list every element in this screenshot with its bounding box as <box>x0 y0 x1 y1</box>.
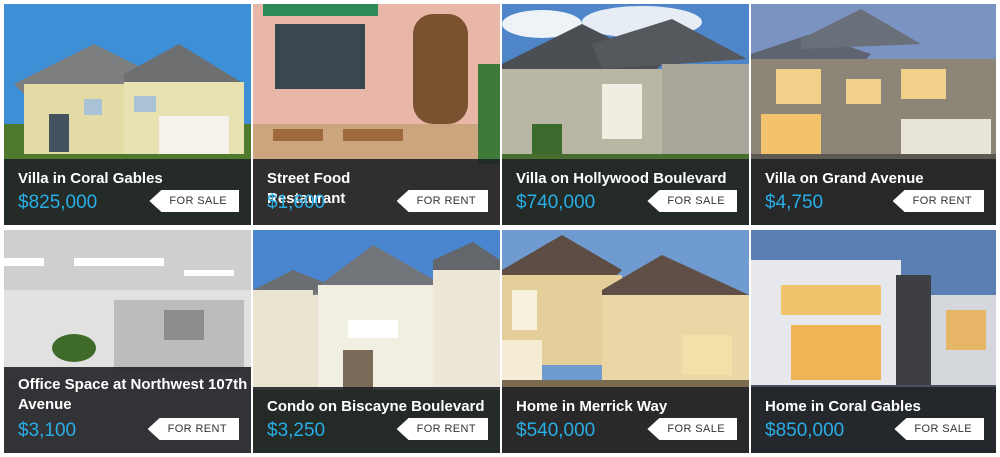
status-badge: FOR RENT <box>892 190 984 212</box>
listing-title[interactable]: Office Space at Northwest 107th Avenue <box>18 375 248 415</box>
status-badge: FOR SALE <box>647 190 737 212</box>
listing-card[interactable]: Villa on Grand Avenue $4,750 FOR RENT <box>751 4 996 225</box>
listing-price: $4,750 <box>765 192 824 213</box>
listing-card[interactable]: Villa on Hollywood Boulevard $740,000 FO… <box>502 4 749 225</box>
status-badge: FOR RENT <box>396 418 488 440</box>
listing-card[interactable]: Home in Coral Gables $850,000 FOR SALE <box>751 230 996 453</box>
listing-card[interactable]: Villa in Coral Gables $825,000 FOR SALE <box>4 4 251 225</box>
listing-info-panel: Home in Merrick Way $540,000 FOR SALE <box>502 387 749 453</box>
listing-info-panel: Condo on Biscayne Boulevard $3,250 FOR R… <box>253 387 500 453</box>
listing-info-panel: Street Food Restaurant $1,600 FOR RENT <box>253 159 500 225</box>
listing-title[interactable]: Condo on Biscayne Boulevard <box>267 397 492 417</box>
listing-info-panel: Home in Coral Gables $850,000 FOR SALE <box>751 387 996 453</box>
listing-card[interactable]: Condo on Biscayne Boulevard $3,250 FOR R… <box>253 230 500 453</box>
listing-info-panel: Villa on Hollywood Boulevard $740,000 FO… <box>502 159 749 225</box>
listing-price: $3,100 <box>18 420 77 441</box>
status-badge: FOR RENT <box>396 190 488 212</box>
listing-info-panel: Office Space at Northwest 107th Avenue $… <box>4 367 251 453</box>
status-badge: FOR RENT <box>147 418 239 440</box>
listing-title[interactable]: Home in Coral Gables <box>765 397 965 417</box>
listing-title[interactable]: Villa on Hollywood Boulevard <box>516 169 736 189</box>
listing-price: $1,600 <box>267 192 326 213</box>
listing-info-panel: Villa in Coral Gables $825,000 FOR SALE <box>4 159 251 225</box>
status-badge: FOR SALE <box>149 190 239 212</box>
listings-grid: Villa in Coral Gables $825,000 FOR SALE … <box>0 0 1000 457</box>
listing-price: $3,250 <box>267 420 326 441</box>
listing-title[interactable]: Villa in Coral Gables <box>18 169 168 189</box>
listing-price: $740,000 <box>516 192 596 213</box>
status-badge: FOR SALE <box>647 418 737 440</box>
listing-card[interactable]: Home in Merrick Way $540,000 FOR SALE <box>502 230 749 453</box>
listing-price: $850,000 <box>765 420 845 441</box>
listing-title[interactable]: Villa on Grand Avenue <box>765 169 965 189</box>
listing-card[interactable]: Street Food Restaurant $1,600 FOR RENT <box>253 4 500 225</box>
listing-title[interactable]: Home in Merrick Way <box>516 397 716 417</box>
listing-price: $540,000 <box>516 420 596 441</box>
listing-card[interactable]: Office Space at Northwest 107th Avenue $… <box>4 230 251 453</box>
status-badge: FOR SALE <box>894 418 984 440</box>
listing-info-panel: Villa on Grand Avenue $4,750 FOR RENT <box>751 159 996 225</box>
listing-price: $825,000 <box>18 192 98 213</box>
